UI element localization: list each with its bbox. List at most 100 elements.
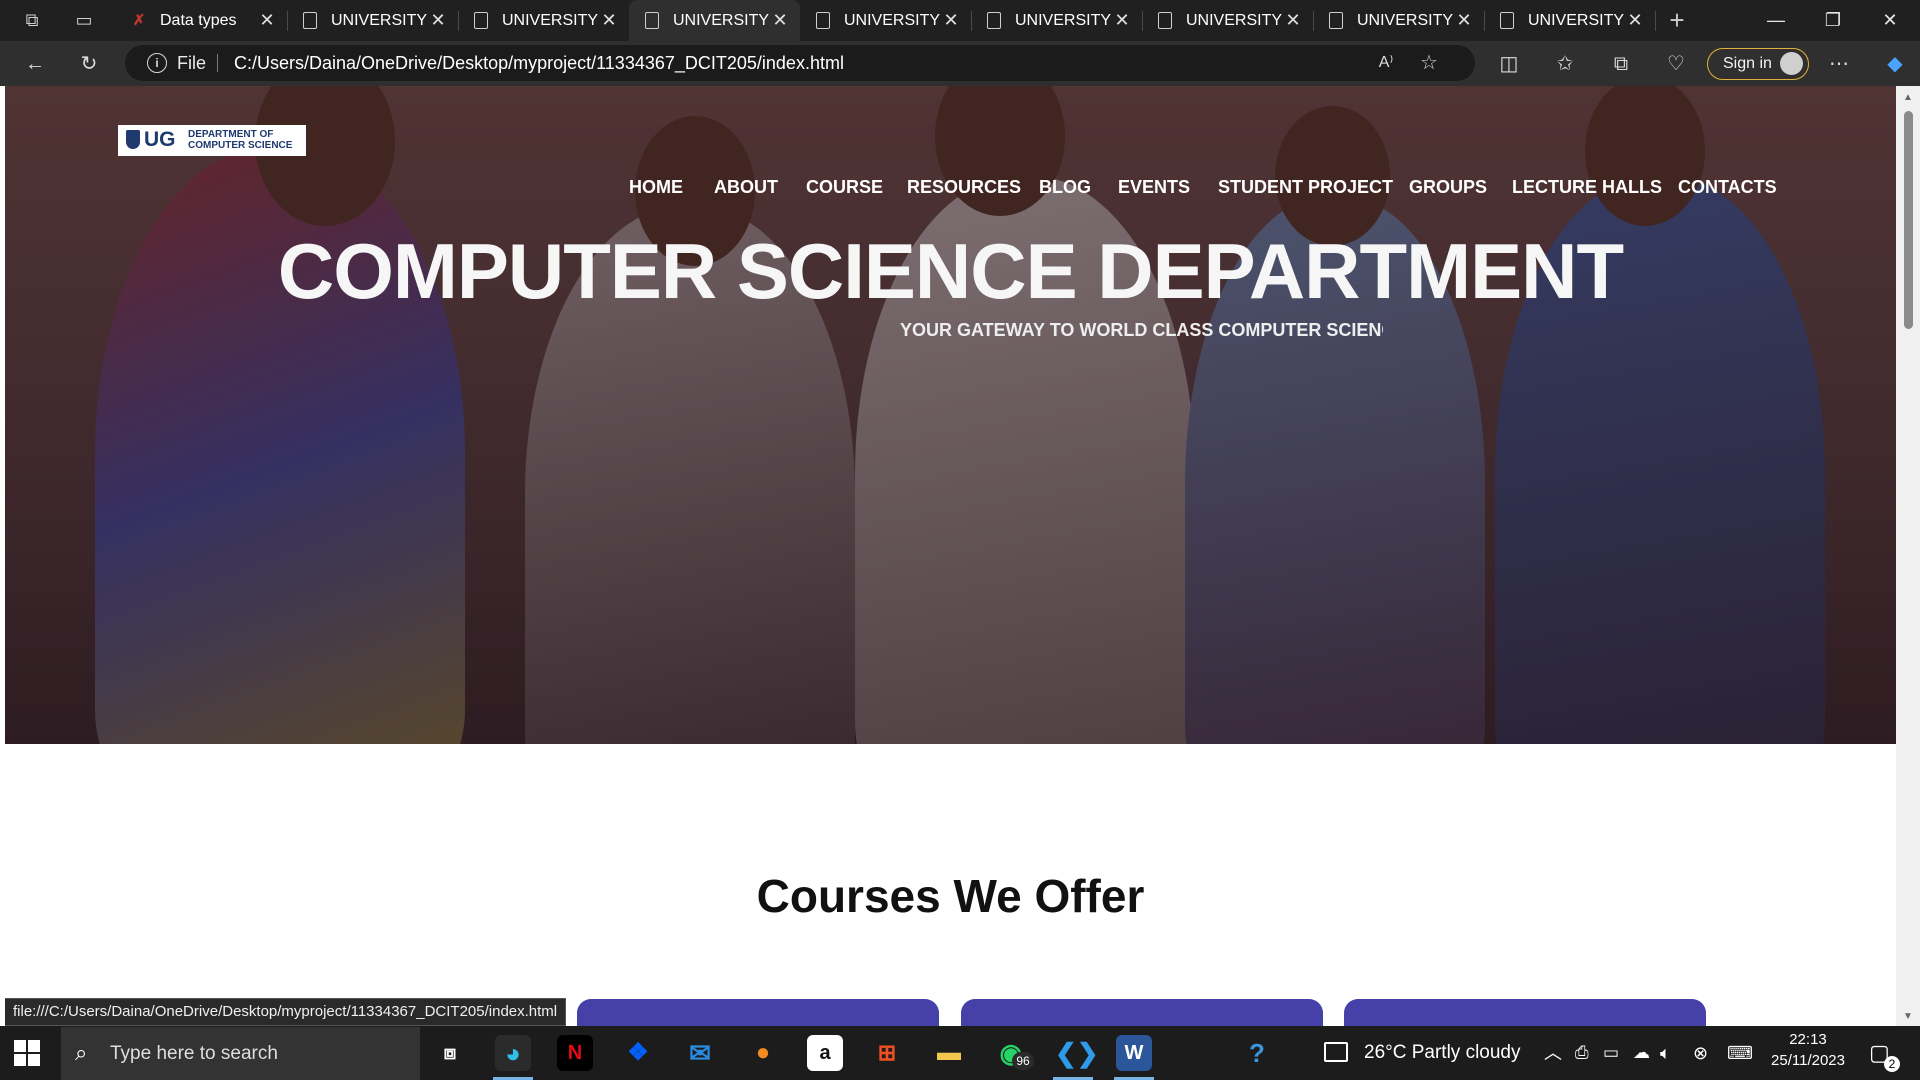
- page-icon: [645, 12, 659, 29]
- tab-label: UNIVERSITY OF GHANA: [673, 11, 770, 29]
- scroll-down-icon[interactable]: ▼: [1902, 1011, 1914, 1022]
- page-icon: [816, 12, 830, 29]
- address-bar[interactable]: i File C:/Users/Daina/OneDrive/Desktop/m…: [125, 45, 1475, 81]
- course-card[interactable]: [961, 999, 1323, 1026]
- new-tab-icon[interactable]: +: [1665, 7, 1689, 33]
- close-tab-icon[interactable]: ✕: [941, 10, 961, 31]
- browser-tab[interactable]: ✗ Data types ✕: [116, 0, 287, 41]
- browser-tab[interactable]: UNIVERSITY OF GHANA ✕: [458, 0, 629, 41]
- back-arrow-icon[interactable]: ←: [20, 49, 50, 79]
- scroll-up-icon[interactable]: ▲: [1902, 92, 1914, 103]
- collections-icon[interactable]: ⧉: [1606, 49, 1636, 79]
- cancel-circle-icon[interactable]: ⊗: [1693, 1026, 1708, 1080]
- nav-blog[interactable]: BLOG: [1039, 172, 1091, 202]
- read-aloud-icon[interactable]: A⁾: [1371, 48, 1401, 78]
- hero-subtitle-clip: YOUR GATEWAY TO WORLD CLASS COMPUTER SCI…: [900, 317, 1383, 343]
- task-view-icon[interactable]: ⧈: [432, 1035, 468, 1071]
- close-window-icon[interactable]: ✕: [1862, 0, 1918, 41]
- nav-student-project[interactable]: STUDENT PROJECT: [1218, 172, 1393, 202]
- browser-tab[interactable]: UNIVERSITY OF GHANA ✕: [800, 0, 971, 41]
- browser-tab[interactable]: UNIVERSITY OF GHANA ✕: [971, 0, 1142, 41]
- store-icon[interactable]: ⊞: [869, 1035, 905, 1071]
- close-tab-icon[interactable]: ✕: [1625, 10, 1645, 31]
- page-icon: [987, 12, 1001, 29]
- sign-in-button[interactable]: Sign in: [1707, 48, 1809, 80]
- close-tab-icon[interactable]: ✕: [1454, 10, 1474, 31]
- nav-course[interactable]: COURSE: [806, 172, 883, 202]
- minimize-icon[interactable]: —: [1748, 0, 1804, 41]
- nav-about[interactable]: ABOUT: [714, 172, 778, 202]
- tab-actions-icon[interactable]: ▭: [72, 8, 96, 32]
- restore-icon[interactable]: ❐: [1805, 0, 1861, 41]
- close-tab-icon[interactable]: ✕: [428, 10, 448, 31]
- nav-contacts[interactable]: CONTACTS: [1678, 172, 1777, 202]
- volume-icon[interactable]: 🔈︎: [1660, 1026, 1671, 1080]
- windows-start-icon[interactable]: [14, 1040, 40, 1066]
- more-options-icon[interactable]: ⋯: [1824, 49, 1854, 79]
- ime-icon[interactable]: ⌨: [1727, 1026, 1753, 1080]
- main-nav: HOME ABOUT COURSE RESOURCES BLOG EVENTS …: [5, 172, 1896, 202]
- browser-tab[interactable]: UNIVERSITY OF GHANA ✕: [287, 0, 458, 41]
- weather-text[interactable]: 26°C Partly cloudy: [1364, 1026, 1521, 1080]
- info-icon[interactable]: i: [147, 53, 167, 73]
- course-card[interactable]: [1344, 999, 1706, 1026]
- favorite-star-icon[interactable]: ☆: [1414, 48, 1444, 78]
- file-explorer-icon[interactable]: ▬: [931, 1035, 967, 1071]
- browser-tab[interactable]: UNIVERSITY OF GHANA ✕: [1313, 0, 1484, 41]
- course-card[interactable]: [577, 999, 939, 1026]
- tab-label: UNIVERSITY OF GHANA: [502, 11, 599, 29]
- nav-home[interactable]: HOME: [629, 172, 683, 202]
- vscode-icon[interactable]: ❮❯: [1055, 1035, 1099, 1071]
- page-icon: [1329, 12, 1343, 29]
- close-tab-icon[interactable]: ✕: [1283, 10, 1303, 31]
- courses-heading: Courses We Offer: [756, 870, 1145, 922]
- system-clock[interactable]: 22:13 25/11/2023: [1762, 1029, 1854, 1071]
- workspaces-icon[interactable]: ⧉: [20, 8, 44, 32]
- close-tab-icon[interactable]: ✕: [770, 10, 790, 31]
- nav-groups[interactable]: GROUPS: [1409, 172, 1487, 202]
- copilot-icon[interactable]: ◆: [1880, 49, 1910, 79]
- browser-tab-active[interactable]: UNIVERSITY OF GHANA ✕: [629, 0, 800, 41]
- edge-icon[interactable]: ◕: [495, 1035, 531, 1071]
- browser-tab[interactable]: UNIVERSITY OF GHANA ✕: [1484, 0, 1655, 41]
- chevron-up-icon[interactable]: ︿: [1544, 1026, 1562, 1080]
- browser-tab[interactable]: UNIVERSITY OF GHANA ✕: [1142, 0, 1313, 41]
- page-icon: [474, 12, 488, 29]
- close-tab-icon[interactable]: ✕: [257, 10, 277, 31]
- address-url[interactable]: C:/Users/Daina/OneDrive/Desktop/myprojec…: [234, 45, 844, 81]
- nav-lecture-halls[interactable]: LECTURE HALLS: [1512, 172, 1662, 202]
- notification-icon[interactable]: ▢: [1869, 1026, 1890, 1080]
- close-tab-icon[interactable]: ✕: [599, 10, 619, 31]
- page-icon: [1158, 12, 1172, 29]
- tab-label: UNIVERSITY OF GHANA: [1186, 11, 1283, 29]
- department-logo[interactable]: UG DEPARTMENT OF COMPUTER SCIENCE: [118, 125, 306, 156]
- nav-resources[interactable]: RESOURCES: [907, 172, 1021, 202]
- browser-essentials-icon[interactable]: ♡: [1661, 49, 1691, 79]
- battery-icon[interactable]: ▭: [1603, 1026, 1619, 1080]
- scroll-thumb[interactable]: [1904, 111, 1913, 329]
- refresh-icon[interactable]: ↻: [74, 49, 104, 79]
- hero-title: COMPUTER SCIENCE DEPARTMENT: [277, 227, 1624, 315]
- page-icon: [1500, 12, 1514, 29]
- help-icon[interactable]: ?: [1239, 1035, 1275, 1071]
- amazon-icon[interactable]: a: [807, 1035, 843, 1071]
- netflix-icon[interactable]: N: [557, 1035, 593, 1071]
- favorites-icon[interactable]: ✩: [1550, 49, 1580, 79]
- nav-events[interactable]: EVENTS: [1118, 172, 1190, 202]
- camera-icon[interactable]: ⎙: [1575, 1026, 1589, 1080]
- weather-news-icon[interactable]: [1324, 1042, 1348, 1062]
- tab-label: Data types: [160, 11, 237, 29]
- split-screen-icon[interactable]: ◫: [1494, 49, 1524, 79]
- tab-label: UNIVERSITY OF GHANA: [844, 11, 941, 29]
- dropbox-icon[interactable]: ❖: [620, 1035, 656, 1071]
- network-icon[interactable]: ☁: [1633, 1026, 1650, 1080]
- taskbar-search[interactable]: ⌕ Type here to search: [61, 1027, 420, 1080]
- logo-line-2: COMPUTER SCIENCE: [188, 140, 293, 151]
- sign-in-label: Sign in: [1723, 55, 1772, 72]
- fl-studio-icon[interactable]: ●: [745, 1035, 781, 1071]
- mail-icon[interactable]: ✉: [682, 1035, 718, 1071]
- close-tab-icon[interactable]: ✕: [1112, 10, 1132, 31]
- vertical-scrollbar[interactable]: ▲ ▼: [1896, 86, 1920, 1026]
- word-icon[interactable]: W: [1116, 1035, 1152, 1071]
- tab-label: UNIVERSITY OF GHANA: [1357, 11, 1454, 29]
